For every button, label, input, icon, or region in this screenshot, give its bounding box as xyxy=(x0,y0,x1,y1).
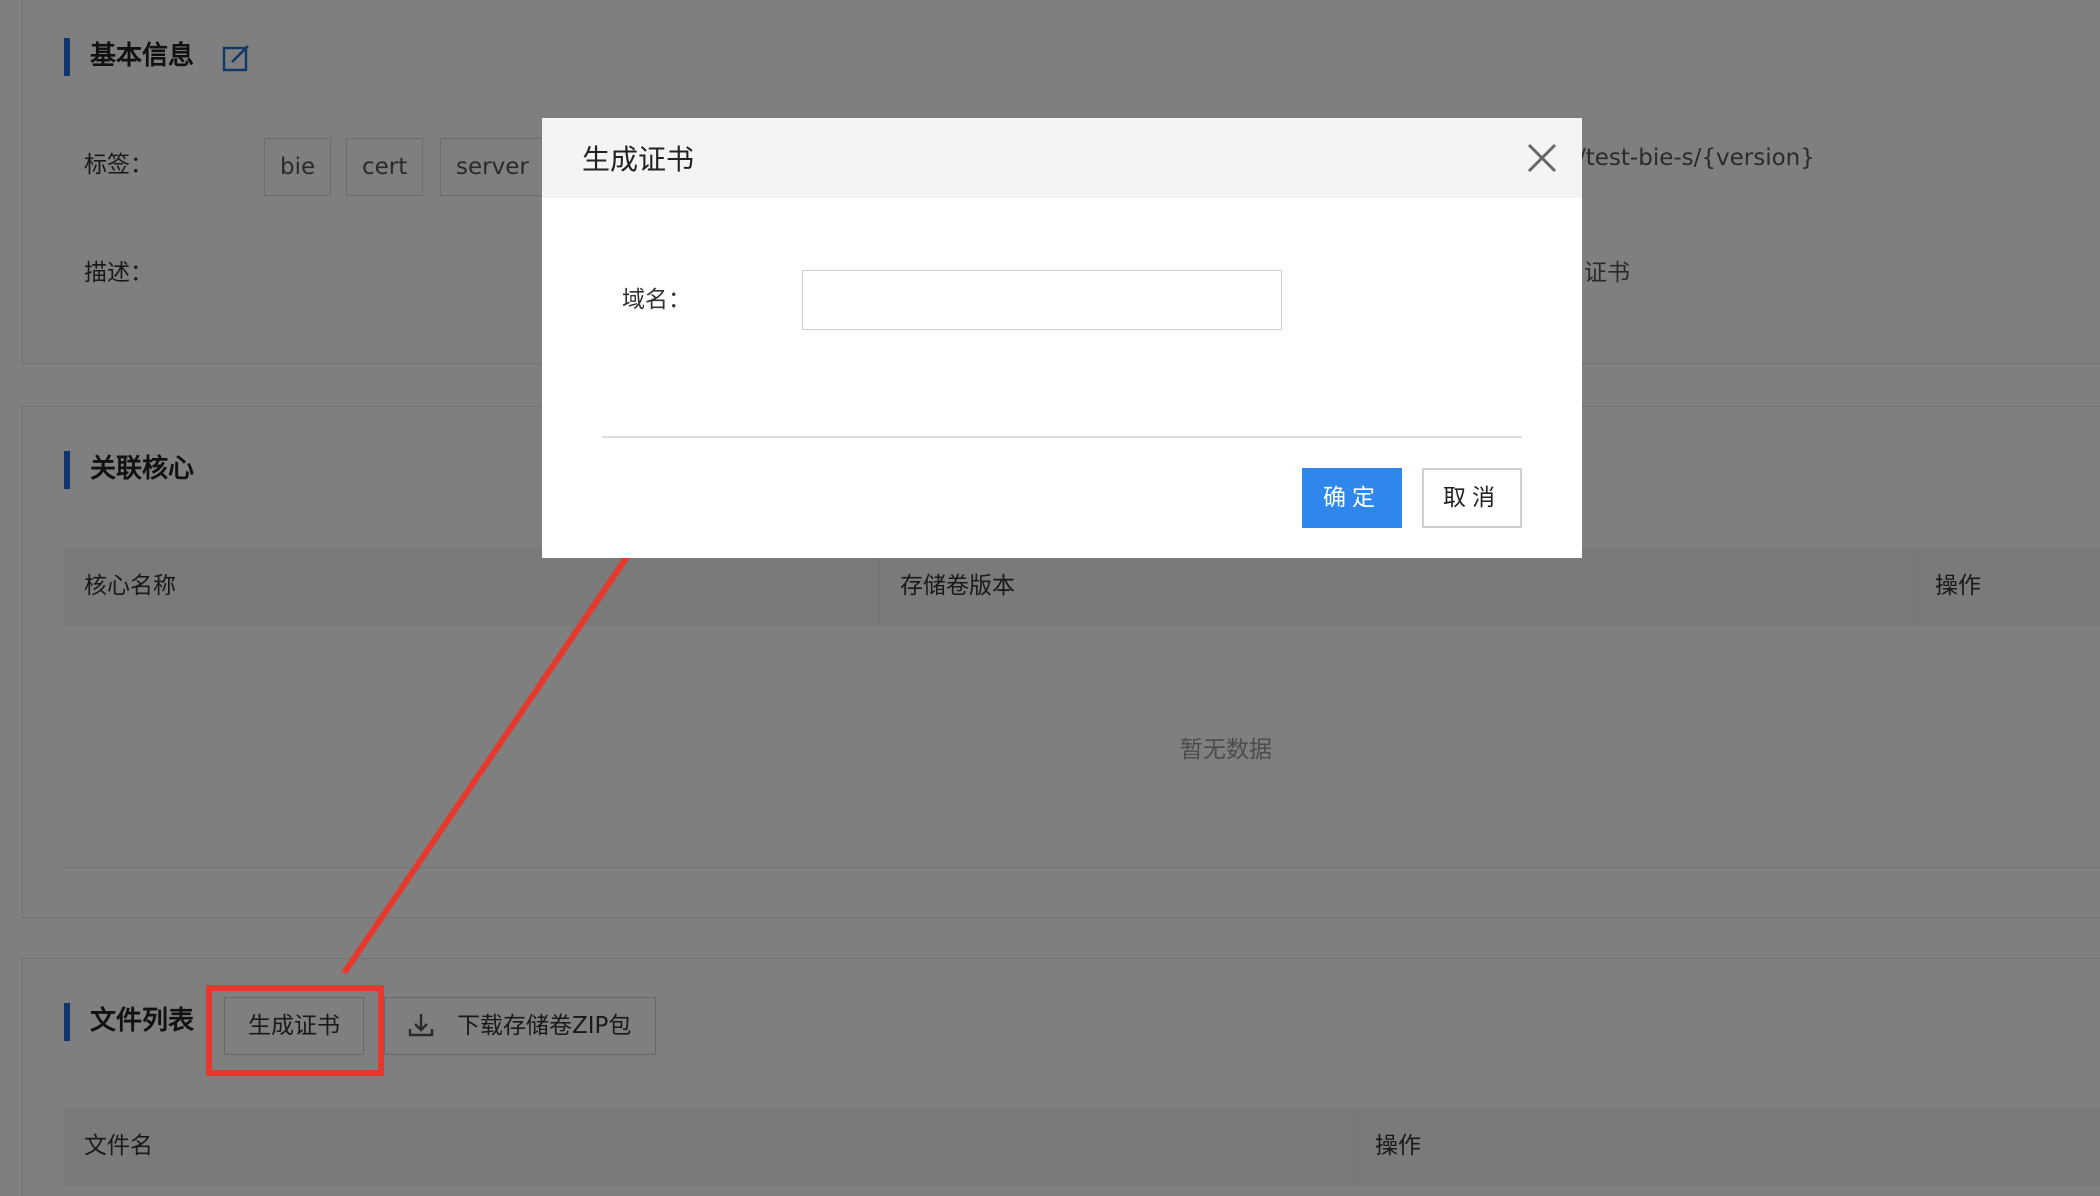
generate-cert-dialog: 生成证书 域名： 确定 取消 xyxy=(542,118,1582,558)
domain-input[interactable] xyxy=(802,270,1282,330)
dialog-header: 生成证书 xyxy=(542,118,1582,198)
cancel-button[interactable]: 取消 xyxy=(1422,468,1522,528)
close-icon[interactable] xyxy=(1524,140,1560,176)
dialog-title: 生成证书 xyxy=(582,143,695,176)
confirm-button[interactable]: 确定 xyxy=(1302,468,1402,528)
dialog-divider xyxy=(602,436,1522,438)
domain-label: 域名： xyxy=(622,287,691,313)
annotation-highlight-box xyxy=(206,985,384,1076)
